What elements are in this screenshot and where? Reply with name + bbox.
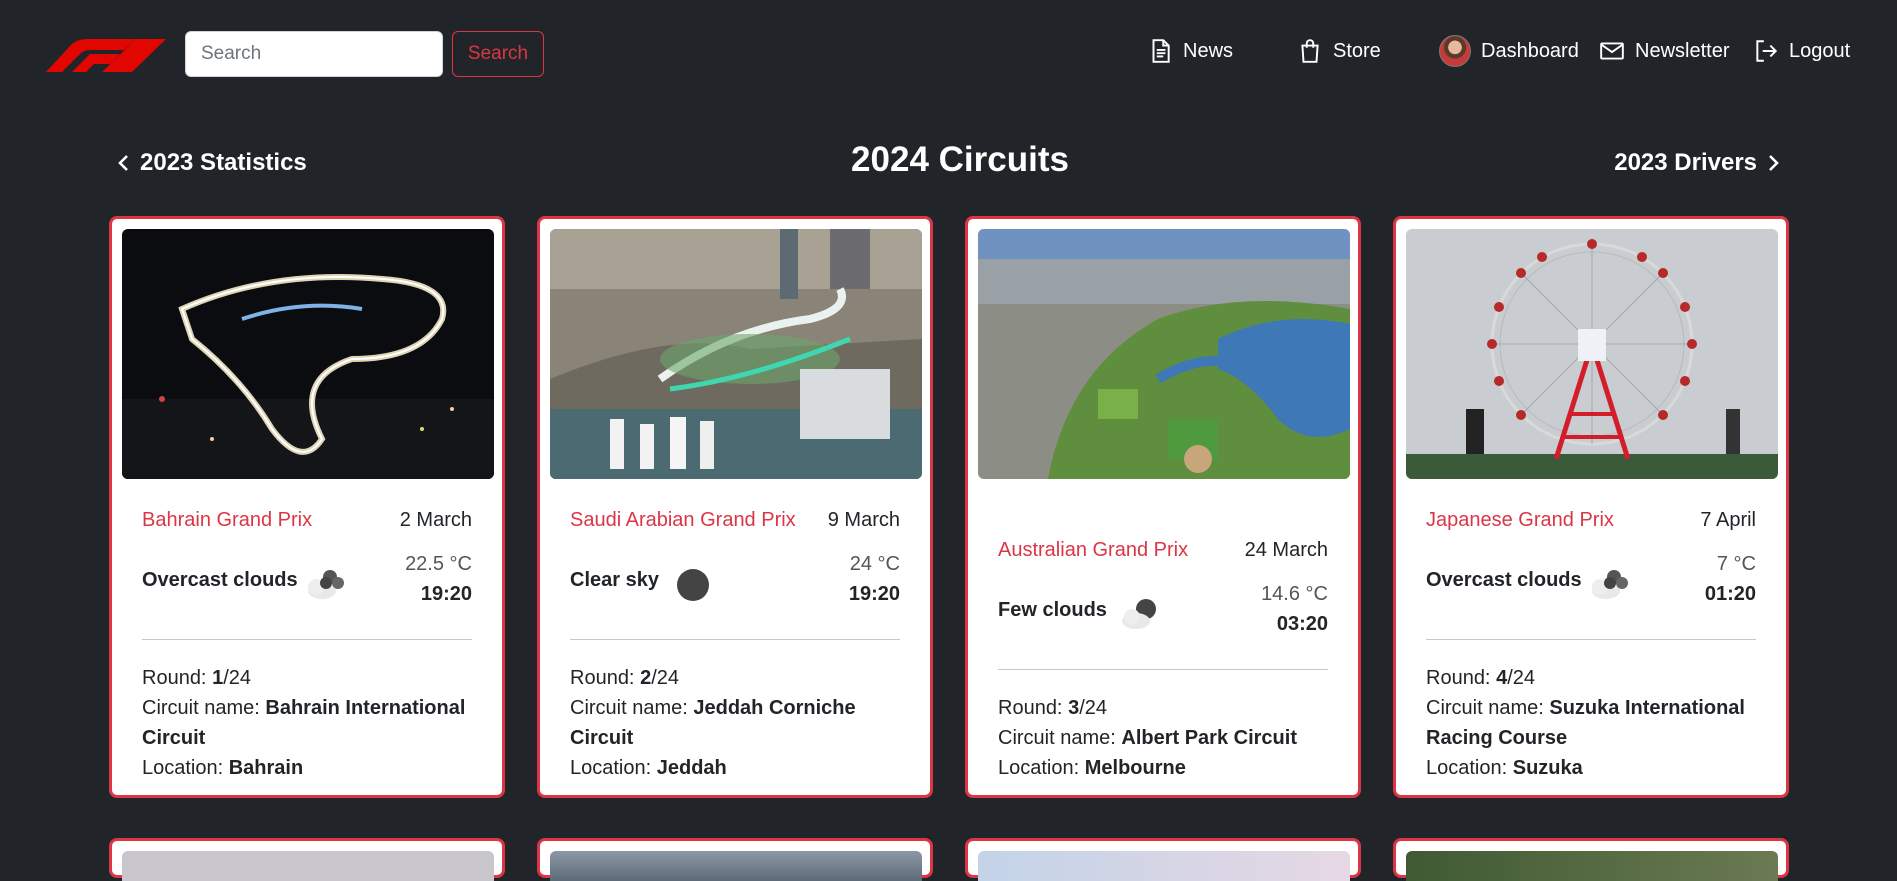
grand-prix-name[interactable]: Australian Grand Prix [998,539,1188,562]
nav-logout[interactable]: Logout [1753,32,1850,70]
temperature: 7 °C [1716,553,1756,575]
circuit-card[interactable] [109,838,505,881]
divider [570,639,900,640]
circuit-image-jeddah [550,229,922,479]
avatar [1439,35,1471,67]
overcast-clouds-icon [1592,570,1628,599]
circuit-details: Round: 2/24 Circuit name: Jeddah Cornich… [570,663,900,783]
circuit-image [550,851,922,881]
circuit-card[interactable]: Japanese Grand Prix 7 April Overcast clo… [1393,216,1789,798]
logout-icon [1756,40,1778,62]
nav-dashboard[interactable]: Dashboard [1439,32,1579,70]
next-season-label: 2023 Drivers [1614,149,1757,176]
round-info: Round: 2/24 [570,667,679,689]
search-button[interactable]: Search [452,31,544,77]
location: Location: Melbourne [998,757,1186,779]
circuit-card[interactable] [537,838,933,881]
nav-dashboard-label: Dashboard [1481,39,1579,62]
circuit-details: Round: 1/24 Circuit name: Bahrain Intern… [142,663,472,783]
divider [1426,639,1756,640]
divider [998,669,1328,670]
circuit-image-melbourne [978,229,1350,479]
race-date: 24 March [1244,539,1328,561]
circuit-details: Round: 4/24 Circuit name: Suzuka Interna… [1426,663,1756,783]
location: Location: Bahrain [142,757,304,779]
search-input[interactable] [185,31,443,77]
location: Location: Jeddah [570,757,727,779]
grand-prix-name[interactable]: Bahrain Grand Prix [142,509,312,532]
navbar: Search News Store Dashboard Newsletter L… [0,0,1897,110]
race-date: 9 March [827,509,900,531]
circuit-image [122,851,494,881]
race-time: 03:20 [1276,613,1328,635]
circuit-card[interactable] [1393,838,1789,881]
race-date: 7 April [1700,509,1756,531]
chevron-right-icon [1769,155,1779,171]
race-date: 2 March [399,509,472,531]
circuit-card[interactable] [965,838,1361,881]
temperature: 24 °C [849,553,900,575]
round-info: Round: 4/24 [1426,667,1535,689]
circuit-image-bahrain [122,229,494,479]
circuit-card[interactable]: Saudi Arabian Grand Prix 9 March Clear s… [537,216,933,798]
grand-prix-name[interactable]: Japanese Grand Prix [1426,509,1614,532]
overcast-clouds-icon [308,570,344,599]
page-title: 2024 Circuits [851,140,1069,179]
weather-description: Few clouds [998,599,1107,621]
circuit-card[interactable]: Bahrain Grand Prix 2 March Overcast clou… [109,216,505,798]
circuit-name: Circuit name: Albert Park Circuit [998,727,1297,749]
circuit-image-suzuka [1406,229,1778,479]
weather-description: Clear sky [570,569,659,591]
envelope-icon [1600,42,1624,60]
nav-news-label: News [1183,39,1234,62]
weather-description: Overcast clouds [142,569,298,591]
clear-sky-icon [677,569,709,601]
nav-newsletter[interactable]: Newsletter [1599,32,1729,70]
race-time: 01:20 [1704,583,1756,605]
nav-store-label: Store [1333,39,1381,62]
next-season-link[interactable]: 2023 Drivers [1614,145,1781,181]
circuit-name: Circuit name: Suzuka International Racin… [1426,697,1745,749]
grand-prix-name[interactable]: Saudi Arabian Grand Prix [570,509,796,532]
race-time: 19:20 [848,583,900,605]
nav-newsletter-label: Newsletter [1635,39,1730,62]
few-clouds-icon [1122,599,1156,629]
round-info: Round: 1/24 [142,667,251,689]
circuit-name: Circuit name: Bahrain International Circ… [142,697,466,749]
circuit-details: Round: 3/24 Circuit name: Albert Park Ci… [998,693,1328,783]
weather-description: Overcast clouds [1426,569,1582,591]
nav-store[interactable]: Store [1297,32,1381,70]
f1-logo[interactable] [44,38,166,72]
location: Location: Suzuka [1426,757,1583,779]
temperature: 22.5 °C [405,553,472,575]
circuit-name: Circuit name: Jeddah Corniche Circuit [570,697,856,749]
nav-logout-label: Logout [1789,39,1851,62]
nav-news[interactable]: News [1147,32,1233,70]
round-info: Round: 3/24 [998,697,1107,719]
newspaper-icon [1152,39,1170,63]
circuit-image [978,851,1350,881]
shopping-bag-icon [1301,39,1319,63]
circuit-card[interactable]: Australian Grand Prix 24 March Few cloud… [965,216,1361,798]
race-time: 19:20 [420,583,472,605]
temperature: 14.6 °C [1261,583,1328,605]
divider [142,639,472,640]
circuit-image [1406,851,1778,881]
